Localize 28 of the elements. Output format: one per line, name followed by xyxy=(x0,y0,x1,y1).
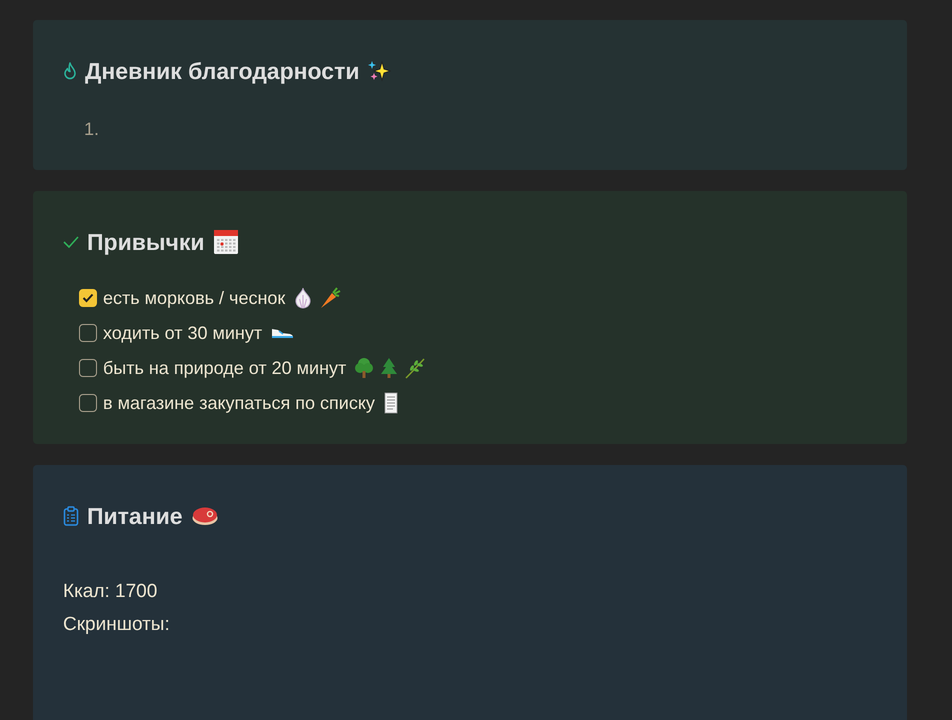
steak-icon xyxy=(190,505,219,527)
carrot-icon xyxy=(319,287,342,309)
task-label: есть морковь / чеснок xyxy=(103,288,286,308)
checkbox[interactable] xyxy=(79,394,97,412)
calendar-icon xyxy=(212,229,239,255)
tree-icon xyxy=(354,357,374,379)
checkbox[interactable] xyxy=(79,289,97,307)
checkmark-icon xyxy=(82,293,94,303)
sparkles-icon xyxy=(367,59,392,83)
section-title: Привычки xyxy=(87,228,205,256)
garlic-icon xyxy=(293,287,314,309)
checkbox[interactable] xyxy=(79,359,97,377)
herb-icon xyxy=(404,357,426,379)
list-number: 1. xyxy=(84,119,100,139)
task-label: в магазине закупаться по списку xyxy=(103,392,375,414)
body-text: Ккал: 1700 xyxy=(63,580,158,604)
scroll-icon xyxy=(382,392,399,414)
checkbox[interactable] xyxy=(79,324,97,342)
clipboard-icon xyxy=(63,506,79,526)
section-title: Дневник благодарности xyxy=(85,58,360,84)
check-icon xyxy=(63,236,79,248)
body-text: Скриншоты: xyxy=(63,613,171,637)
flame-icon xyxy=(63,62,77,80)
task-label: ходить от 30 минут xyxy=(103,322,262,344)
section-title: Питание xyxy=(87,502,183,530)
task-label: быть на природе от 20 минут xyxy=(103,358,346,378)
sneaker-icon xyxy=(270,326,294,340)
pine-tree-icon xyxy=(380,357,398,379)
